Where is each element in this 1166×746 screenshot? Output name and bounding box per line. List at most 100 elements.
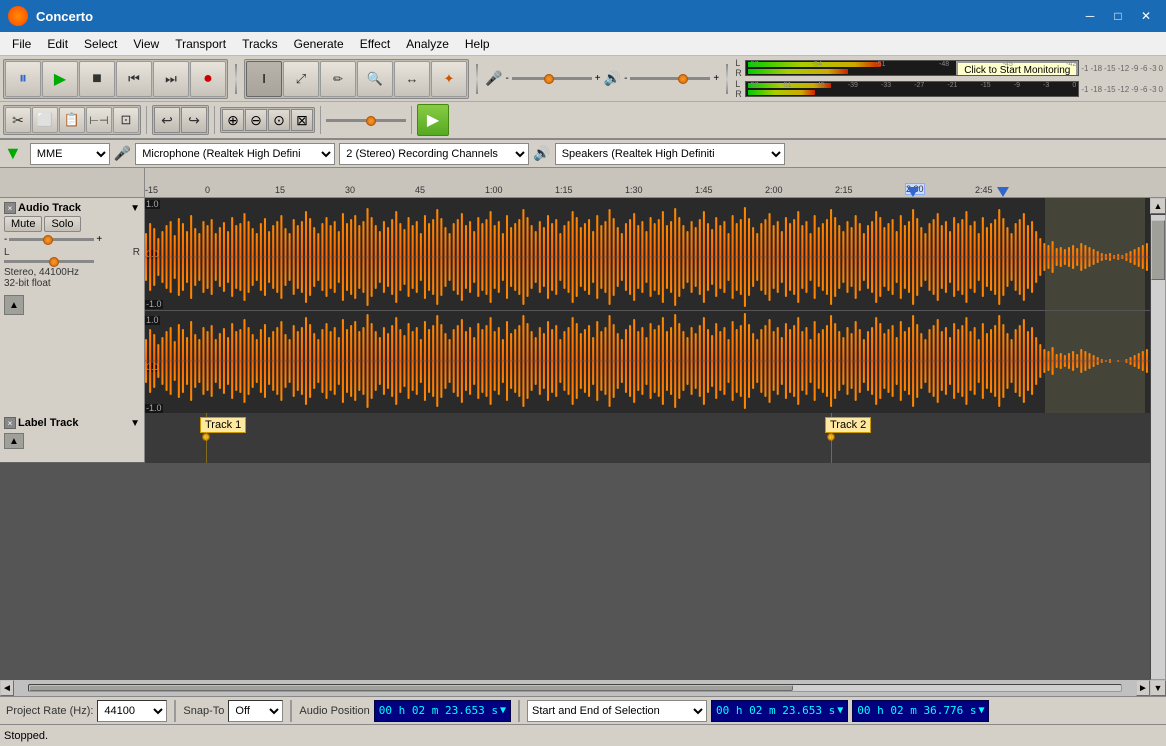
vu-fill-r [748,69,848,74]
playback-vol-slider[interactable] [326,119,406,122]
mute-button[interactable]: Mute [4,216,42,232]
vol-minus-label: - [4,234,7,245]
scroll-right-button[interactable]: ► [1136,680,1150,696]
menu-select[interactable]: Select [76,35,125,53]
scroll-down-button[interactable]: ▼ [1150,680,1166,696]
project-rate-select[interactable]: 44100 [97,700,167,722]
timeshift-tool-button[interactable]: ↔ [394,61,430,97]
snap-to-select[interactable]: Off [228,700,283,722]
label-track-dropdown[interactable]: ▼ [130,418,140,429]
track-pan-thumb[interactable] [49,257,59,267]
speaker-select[interactable]: Speakers (Realtek High Definiti [555,143,785,165]
maximize-button[interactable]: □ [1106,4,1130,28]
mic-vol-slider[interactable] [512,77,592,80]
vu-row-top: LR Click to Start Monitoring -57-54-51-4… [735,58,1163,78]
spk-vol-slider[interactable] [630,77,710,80]
waveform-svg-upper [145,203,1150,311]
label-track-header: × Label Track ▼ ▲ [0,413,145,462]
vu-display-bottom: -57-51-45-39-33-27-21-15-9-30 [745,81,1079,97]
vu-fill-r2 [748,90,814,95]
label-track-close[interactable]: × [4,417,16,429]
record-button[interactable]: ● [190,61,226,97]
skip-forward-button[interactable]: ⏭ [153,61,189,97]
pencil-tool-button[interactable]: ✏ [320,61,356,97]
redo-button[interactable]: ↪ [181,107,207,133]
scroll-up-button[interactable]: ▲ [1150,198,1166,214]
zoom-out-button[interactable]: ⊖ [245,109,267,131]
label-track-collapse-button[interactable]: ▲ [4,433,24,449]
ruler-mark-8: 1:45 [695,185,713,195]
zoom-tool-button[interactable]: 🔍 [357,61,393,97]
stop-button[interactable]: ■ [79,61,115,97]
scroll-track-v[interactable] [1150,214,1166,680]
menu-effect[interactable]: Effect [352,35,398,53]
menu-generate[interactable]: Generate [286,35,352,53]
microphone-select[interactable]: Microphone (Realtek High Defini [135,143,335,165]
start-monitoring-button[interactable]: Click to Start Monitoring [956,61,1078,76]
track1-label[interactable]: Track 1 [200,417,246,433]
menu-help[interactable]: Help [457,35,498,53]
cut-button[interactable]: ✂ [5,107,31,133]
minimize-button[interactable]: ─ [1078,4,1102,28]
paste-button[interactable]: 📋 [59,107,85,133]
selection-type-select[interactable]: Start and End of Selection [527,700,707,722]
undo-redo: ↩ ↪ [152,105,209,135]
channels-select[interactable]: 2 (Stereo) Recording Channels [339,143,529,165]
audio-track-close[interactable]: × [4,202,16,214]
menu-file[interactable]: File [4,35,39,53]
bar-sep1 [174,700,176,722]
zoom-fit-button[interactable]: ⊠ [291,109,313,131]
mic-vol-thumb[interactable] [544,74,554,84]
copy-button[interactable]: ⬜ [32,107,58,133]
undo-button[interactable]: ↩ [154,107,180,133]
track-collapse-button[interactable]: ▲ [4,295,24,315]
zoom-sel-button[interactable]: ⊙ [268,109,290,131]
zoom-in-button[interactable]: ⊕ [222,109,244,131]
menu-view[interactable]: View [125,35,167,53]
trim-button[interactable]: ⊢⊣ [86,107,112,133]
scroll-thumb-v[interactable] [1151,220,1165,280]
playback-vol-thumb[interactable] [366,116,376,126]
track-vol-thumb[interactable] [43,235,53,245]
label-track-content[interactable]: Track 1 Track 2 [145,413,1150,463]
audio-position-display[interactable]: 00 h 02 m 23.653 s ▼ [374,700,511,722]
menu-analyze[interactable]: Analyze [398,35,457,53]
track-pan-slider[interactable] [4,260,94,263]
audio-host-select[interactable]: MME [30,143,110,165]
green-play-button[interactable]: ▶ [417,104,449,136]
skip-back-button[interactable]: ⏮ [116,61,152,97]
audio-track-waveform[interactable]: 1.0 0.0 -1.0 1.0 0.0 -1.0 [145,198,1150,413]
solo-button[interactable]: Solo [44,216,80,232]
empty-track-area [0,463,1150,680]
title-bar: Concerto ─ □ ✕ [0,0,1166,32]
menu-edit[interactable]: Edit [39,35,76,53]
select-tool-button[interactable]: I [246,61,282,97]
track2-label[interactable]: Track 2 [825,417,871,433]
snap-to-label: Snap-To [183,705,224,717]
silence-button[interactable]: ⊡ [113,107,139,133]
time-unit-2: ▼ [837,705,843,716]
playhead-start-marker [907,187,919,197]
multi-tool-button[interactable]: ✦ [431,61,467,97]
play-button[interactable]: ▶ [42,61,78,97]
toolbar-row2: ✂ ⬜ 📋 ⊢⊣ ⊡ ↩ ↪ ⊕ ⊖ ⊙ ⊠ [0,102,1166,138]
selection-end-display[interactable]: 00 h 02 m 36.776 s ▼ [852,700,989,722]
close-button[interactable]: ✕ [1134,4,1158,28]
menu-tracks[interactable]: Tracks [234,35,286,53]
vu-right-scale-top: -1-18-15-12-9-6-30 [1081,64,1163,73]
envelope-tool-button[interactable]: ⤢ [283,61,319,97]
scroll-thumb-h[interactable] [29,685,793,691]
selection-start-display[interactable]: 00 h 02 m 23.653 s ▼ [711,700,848,722]
vu-row-bottom: LR -57-51-45-39-33-27-21-15-9-30 -1-18-1… [735,79,1163,99]
audio-track-dropdown[interactable]: ▼ [130,203,140,214]
bar-sep2 [290,700,292,722]
scroll-track-h[interactable] [28,684,1122,692]
content-area: -15 0 15 30 45 1:00 1:15 1:30 1:45 2:00 … [0,168,1166,746]
pause-button[interactable]: ⏸ [5,61,41,97]
menu-transport[interactable]: Transport [167,35,234,53]
scroll-left-button[interactable]: ◄ [0,680,14,696]
track-vol-slider[interactable] [9,238,94,241]
label-track-header-top: × Label Track ▼ [4,417,140,429]
app-title: Concerto [36,9,93,24]
spk-vol-thumb[interactable] [678,74,688,84]
